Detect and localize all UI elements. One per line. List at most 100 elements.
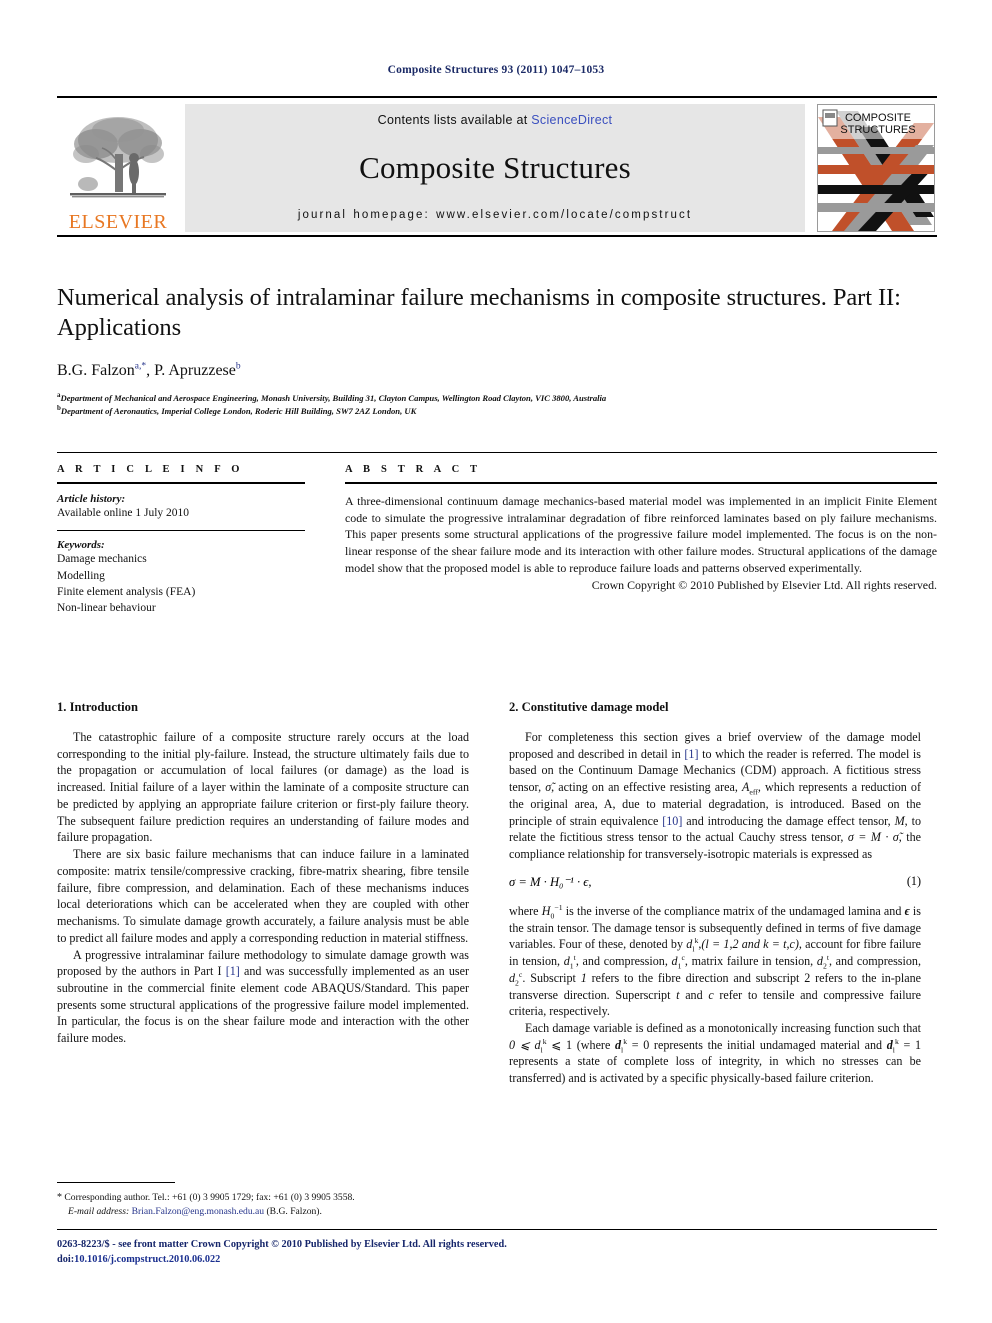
citation-ref-1b[interactable]: [1] <box>684 747 698 761</box>
abstract-text: A three-dimensional continuum damage mec… <box>345 494 937 575</box>
symbol-d1t-sub: 1 <box>569 961 574 971</box>
journal-masthead: ELSEVIER Contents lists available at Sci… <box>57 96 937 237</box>
symbol-H0-sup: −1 <box>554 902 563 912</box>
footnote-contact-text: Corresponding author. Tel.: +61 (0) 3 99… <box>64 1192 355 1203</box>
cdm-p3-c: = 0 represents the initial undamaged mat… <box>627 1037 887 1052</box>
damage-ineq-sub: l <box>540 1045 543 1055</box>
keyword-item: Finite element analysis (FEA) <box>57 585 196 598</box>
cdm-p3-a: Each damage variable is defined as a mon… <box>525 1021 921 1036</box>
cdm-p2-j: and <box>679 987 709 1002</box>
affiliation-b-text: Department of Aeronautics, Imperial Coll… <box>60 405 417 416</box>
page-footer: 0263-8223/$ - see front matter Crown Cop… <box>57 1229 937 1268</box>
running-head: Composite Structures 93 (2011) 1047–1053 <box>387 64 605 76</box>
citation-ref-1[interactable]: [1] <box>226 964 240 978</box>
sciencedirect-link[interactable]: ScienceDirect <box>531 113 612 127</box>
article-history-value: Available online 1 July 2010 <box>57 507 190 519</box>
keyword-item: Non-linear behaviour <box>57 602 156 615</box>
contents-line: Contents lists available at ScienceDirec… <box>378 113 613 127</box>
title-block: Numerical analysis of intralaminar failu… <box>57 283 937 418</box>
article-info-rule-2 <box>57 530 305 532</box>
footer-rule <box>57 1229 937 1230</box>
journal-homepage-link[interactable]: journal homepage: www.elsevier.com/locat… <box>298 209 692 221</box>
affiliation-b: bDepartment of Aeronautics, Imperial Col… <box>57 404 937 418</box>
symbol-d2t-sub: 2 <box>822 961 827 971</box>
footnote-line-1: * Corresponding author. Tel.: +61 (0) 3 … <box>57 1190 469 1205</box>
footnote-email-label: E-mail address: <box>68 1206 130 1218</box>
masthead-bottom-rule <box>57 235 937 237</box>
keywords-list: Damage mechanics Modelling Finite elemen… <box>57 551 305 616</box>
section-heading-constitutive-damage-model: 2. Constitutive damage model <box>509 700 669 714</box>
article-info-heading: A R T I C L E I N F O <box>57 464 244 475</box>
info-abstract-top-rule <box>57 452 937 453</box>
page-title: Numerical analysis of intralaminar failu… <box>57 284 901 341</box>
symbol-M: M <box>894 813 905 828</box>
footer-doi-label: doi: <box>57 1254 75 1266</box>
cdm-p3-b: ⩽ 1 (where <box>546 1037 615 1052</box>
cover-title-line2: STRUCTURES <box>840 124 915 136</box>
constitutive-paragraph-1: For completeness this section gives a br… <box>509 729 921 863</box>
damage-index-condition: (l = 1,2 and k = t,c) <box>701 937 799 952</box>
elsevier-tree-icon <box>70 117 166 198</box>
symbol-A: A <box>603 796 613 811</box>
left-column: 1. Introduction The catastrophic failure… <box>57 700 469 1047</box>
cover-art-icon: COMPOSITE STRUCTURES <box>818 105 934 231</box>
intro-paragraph-2: There are six basic failure mechanisms t… <box>57 847 469 945</box>
intro-paragraph-1: The catastrophic failure of a composite … <box>57 730 469 845</box>
footnote-rule <box>57 1182 175 1183</box>
author-name-1: B.G. Falzon <box>57 361 135 379</box>
author-list: B.G. Falzona,*, P. Apruzzeseb <box>57 362 937 380</box>
cdm-p2-g: , and compression, <box>828 954 921 969</box>
cdm-p2-b: is the inverse of the compliance matrix … <box>562 903 905 918</box>
info-gap <box>57 521 305 530</box>
affiliation-a-text: Department of Mechanical and Aerospace E… <box>60 392 607 403</box>
affiliation-list: aDepartment of Mechanical and Aerospace … <box>57 391 937 418</box>
footer-doi-line: doi:10.1016/j.compstruct.2010.06.022 <box>57 1252 937 1267</box>
footnote-star-marker: * <box>57 1192 62 1203</box>
footnote-line-2: E-mail address: Brian.Falzon@eng.monash.… <box>57 1205 469 1219</box>
equation-1: σ = M · H₀⁻¹ · ϵ, (1) <box>509 874 921 892</box>
equation-1-body: σ = M · H₀⁻¹ · ϵ, <box>509 874 592 889</box>
keywords-label: Keywords: <box>57 539 105 552</box>
symbol-d-lk-sub: l <box>692 944 695 954</box>
cdm-p2-e: , and compression, <box>575 954 672 969</box>
author-name-2: P. Apruzzese <box>154 361 236 379</box>
paper-page: Composite Structures 93 (2011) 1047–1053 <box>0 0 992 1323</box>
cdm-p2-f: , matrix failure in tension, <box>684 954 817 969</box>
article-history-label: Article history: <box>57 493 126 505</box>
cdm-p1-c: , acting on an effective resisting area, <box>551 780 743 795</box>
cdm-p2-h: . Subscript <box>522 970 581 985</box>
footnote-email-link[interactable]: Brian.Falzon@eng.monash.edu.au <box>132 1206 264 1217</box>
symbol-H0-sub: 0 <box>550 911 555 921</box>
symbol-d-one-sub: l <box>892 1045 895 1055</box>
keyword-item: Damage mechanics <box>57 553 147 566</box>
cdm-p2-a: where <box>509 903 542 918</box>
constitutive-paragraph-2: where H0−1 is the inverse of the complia… <box>509 903 921 1020</box>
author-1-affil-marker[interactable]: a,* <box>135 361 146 372</box>
journal-title: Composite Structures <box>359 150 631 185</box>
journal-cover-thumbnail: COMPOSITE STRUCTURES <box>817 104 935 232</box>
abstract-heading: A B S T R A C T <box>345 464 482 475</box>
intro-paragraph-3: A progressive intralaminar failure metho… <box>57 947 469 1047</box>
contents-prefix: Contents lists available at <box>377 113 532 127</box>
symbol-d-zero-sub: l <box>621 1045 624 1055</box>
inline-equation-sigma: σ = M · σ̃ <box>847 830 899 845</box>
abstract-copyright: Crown Copyright © 2010 Published by Else… <box>591 578 937 593</box>
author-2-affil-marker[interactable]: b <box>236 361 241 372</box>
equation-1-number: (1) <box>906 873 921 888</box>
footer-copyright: 0263-8223/$ - see front matter Crown Cop… <box>57 1239 507 1250</box>
section-heading-introduction: 1. Introduction <box>57 700 138 714</box>
footer-doi-link[interactable]: 10.1016/j.compstruct.2010.06.022 <box>74 1254 220 1265</box>
citation-ref-10[interactable]: [10] <box>662 814 682 828</box>
footnote-email-suffix: (B.G. Falzon). <box>264 1206 322 1218</box>
corresponding-author-footnote: * Corresponding author. Tel.: +61 (0) 3 … <box>57 1182 469 1220</box>
cdm-p1-f: and introducing the damage effect tensor… <box>682 813 895 828</box>
constitutive-paragraph-3: Each damage variable is defined as a mon… <box>509 1020 921 1087</box>
damage-inequality: 0 ⩽ d <box>509 1037 541 1052</box>
author-separator: , <box>146 361 155 379</box>
elsevier-wordmark: ELSEVIER <box>68 211 168 233</box>
keyword-item: Modelling <box>57 569 105 582</box>
affiliation-a: aDepartment of Mechanical and Aerospace … <box>57 391 937 405</box>
article-info-rule-1 <box>57 482 305 484</box>
symbol-A-eff-sub: eff <box>749 787 758 797</box>
right-column: 2. Constitutive damage model For complet… <box>509 700 921 1087</box>
